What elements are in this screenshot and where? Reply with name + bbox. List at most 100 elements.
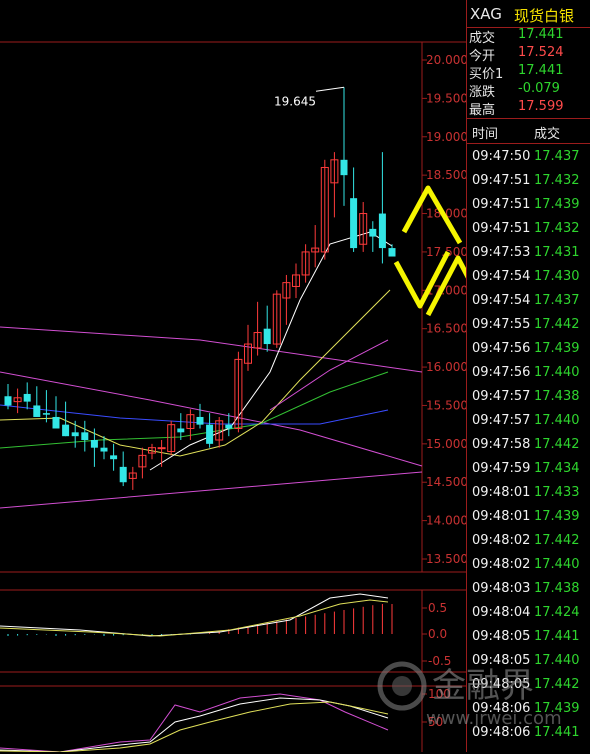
y-tick-label: 13.500 bbox=[426, 552, 466, 566]
tick-row[interactable]: 09:47:55 17.442 bbox=[466, 313, 590, 337]
y-tick-label: 16.500 bbox=[426, 322, 466, 336]
kdj-d-line bbox=[0, 701, 389, 752]
candle-body bbox=[378, 213, 386, 249]
y-tick-label: 19.000 bbox=[426, 130, 466, 144]
tick-time: 09:47:58 bbox=[472, 437, 531, 452]
tick-row[interactable]: 09:47:57 17.438 bbox=[466, 385, 590, 409]
candle-body bbox=[350, 198, 358, 249]
watermark: 金融界 www.jrwei.com bbox=[366, 650, 586, 750]
y-tick-label: 19.500 bbox=[426, 91, 466, 105]
tick-time: 09:47:51 bbox=[472, 173, 531, 188]
tick-price: 17.442 bbox=[534, 437, 580, 452]
y-tick-label: 16.000 bbox=[426, 360, 466, 374]
tick-row[interactable]: 09:48:03 17.438 bbox=[466, 577, 590, 601]
tick-time: 09:48:03 bbox=[472, 581, 531, 596]
quote-value: 17.441 bbox=[518, 27, 564, 42]
macd-tick-label: 0.5 bbox=[428, 601, 447, 615]
tick-time: 09:48:02 bbox=[472, 557, 531, 572]
tick-time: 09:47:50 bbox=[472, 149, 531, 164]
tick-price: 17.442 bbox=[534, 317, 580, 332]
candlestick-chart: 20.00019.50019.00018.50018.00017.50017.0… bbox=[0, 41, 466, 752]
quote-value: 17.524 bbox=[518, 45, 564, 60]
tick-row[interactable]: 09:47:56 17.439 bbox=[466, 337, 590, 361]
candle-body bbox=[42, 413, 50, 415]
candle-body bbox=[157, 447, 166, 450]
tick-time: 09:47:54 bbox=[472, 293, 531, 308]
tick-time: 09:48:05 bbox=[472, 629, 531, 644]
ticks-header: 时间 成交 bbox=[466, 118, 590, 144]
quote-row: 最高 17.599 bbox=[466, 99, 590, 118]
tick-price: 17.439 bbox=[534, 197, 580, 212]
tick-row[interactable]: 09:47:54 17.437 bbox=[466, 289, 590, 313]
tick-price: 17.440 bbox=[534, 557, 580, 572]
tick-price: 17.439 bbox=[534, 341, 580, 356]
y-tick-label: 15.000 bbox=[426, 437, 466, 451]
tick-row[interactable]: 09:48:05 17.441 bbox=[466, 625, 590, 649]
tick-price: 17.439 bbox=[534, 509, 580, 524]
y-tick-label: 14.000 bbox=[426, 514, 466, 528]
tick-row[interactable]: 09:47:51 17.432 bbox=[466, 217, 590, 241]
candle-body bbox=[23, 393, 31, 402]
tick-price: 17.432 bbox=[534, 173, 580, 188]
tick-time: 09:47:55 bbox=[472, 317, 531, 332]
tick-price: 17.438 bbox=[534, 389, 580, 404]
tick-row[interactable]: 09:47:54 17.430 bbox=[466, 265, 590, 289]
candle-body bbox=[4, 396, 12, 406]
y-tick-label: 14.500 bbox=[426, 475, 466, 489]
quote-label: 今开 bbox=[469, 49, 496, 64]
max-annotation-leader bbox=[315, 86, 345, 92]
tick-row[interactable]: 09:47:51 17.439 bbox=[466, 193, 590, 217]
tick-row[interactable]: 09:48:04 17.424 bbox=[466, 601, 590, 625]
tick-time: 09:48:01 bbox=[472, 509, 531, 524]
tick-time: 09:48:02 bbox=[472, 533, 531, 548]
tick-price: 17.434 bbox=[534, 461, 580, 476]
tick-row[interactable]: 09:48:02 17.440 bbox=[466, 553, 590, 577]
y-tick-label: 20.000 bbox=[426, 53, 466, 67]
candle-body bbox=[100, 447, 108, 452]
ma-line bbox=[0, 326, 423, 373]
tick-row[interactable]: 09:47:53 17.431 bbox=[466, 241, 590, 265]
tick-time: 09:47:57 bbox=[472, 389, 531, 404]
instrument-header: XAG 现货白银 bbox=[466, 0, 590, 28]
tick-time: 09:47:53 bbox=[472, 245, 531, 260]
tick-time: 09:47:56 bbox=[472, 365, 531, 380]
tick-row[interactable]: 09:47:59 17.434 bbox=[466, 457, 590, 481]
tick-price: 17.437 bbox=[534, 293, 580, 308]
tick-row[interactable]: 09:48:02 17.442 bbox=[466, 529, 590, 553]
tick-price: 17.431 bbox=[534, 245, 580, 260]
tick-time: 09:47:57 bbox=[472, 413, 531, 428]
candle-body bbox=[52, 416, 60, 429]
quote-label: 最高 bbox=[469, 103, 496, 118]
tick-price: 17.432 bbox=[534, 221, 580, 236]
quote-row: 买价1 17.441 bbox=[466, 63, 590, 82]
ma-line bbox=[149, 231, 393, 471]
max-annotation-label: 19.645 bbox=[274, 94, 316, 108]
tick-row[interactable]: 09:47:58 17.442 bbox=[466, 433, 590, 457]
candle-body bbox=[196, 416, 204, 425]
tick-row[interactable]: 09:47:57 17.440 bbox=[466, 409, 590, 433]
candle-body bbox=[263, 328, 271, 345]
quote-value: -0.079 bbox=[518, 81, 560, 96]
candle-body bbox=[388, 248, 396, 257]
ma-line bbox=[0, 289, 391, 457]
tick-row[interactable]: 09:47:56 17.440 bbox=[466, 361, 590, 385]
tick-time: 09:48:01 bbox=[472, 485, 531, 500]
quote-label: 买价1 bbox=[469, 67, 504, 82]
candle-body bbox=[71, 432, 79, 437]
tick-row[interactable]: 09:47:51 17.432 bbox=[466, 169, 590, 193]
tick-row[interactable]: 09:48:01 17.439 bbox=[466, 505, 590, 529]
candle-body bbox=[62, 424, 70, 437]
candle-body bbox=[119, 466, 127, 483]
quote-row: 涨跌 -0.079 bbox=[466, 81, 590, 100]
tick-time: 09:47:56 bbox=[472, 341, 531, 356]
watermark-text: 金融界 bbox=[432, 666, 534, 706]
kdj-k-line bbox=[0, 697, 389, 752]
candle-body bbox=[369, 228, 377, 237]
candle-body bbox=[206, 424, 214, 444]
ma-line bbox=[0, 371, 389, 449]
ma-line bbox=[0, 471, 423, 509]
candle-body bbox=[110, 455, 118, 460]
tick-row[interactable]: 09:48:01 17.433 bbox=[466, 481, 590, 505]
tick-row[interactable]: 09:47:50 17.437 bbox=[466, 145, 590, 169]
tick-price: 17.440 bbox=[534, 365, 580, 380]
